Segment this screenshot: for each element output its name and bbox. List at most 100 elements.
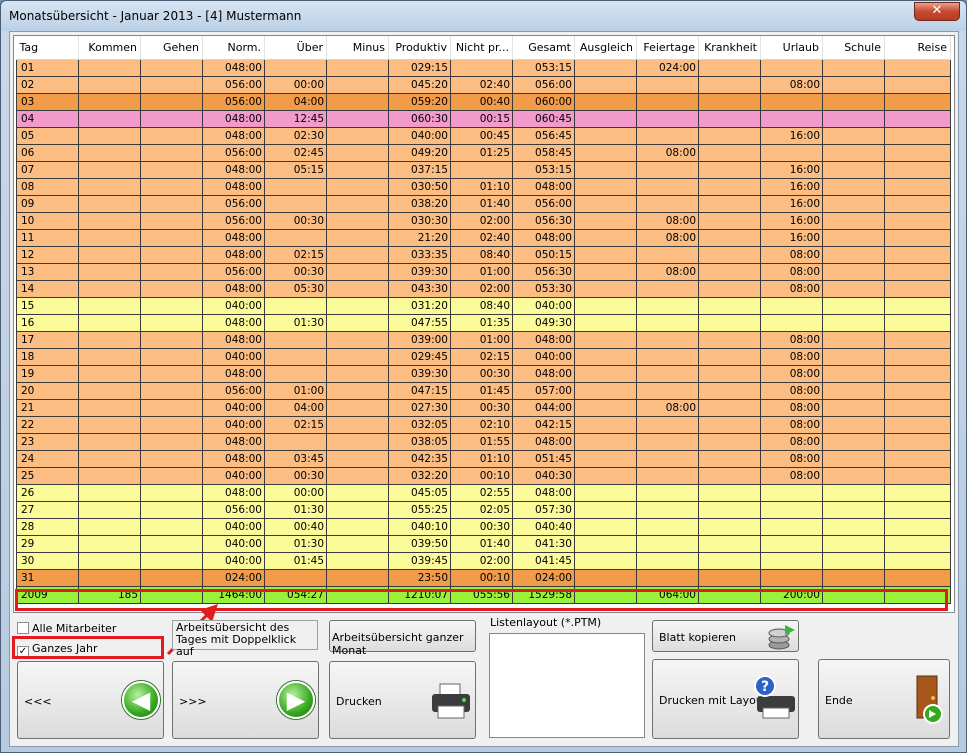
table-cell[interactable]: 040:00 <box>202 517 265 536</box>
table-cell[interactable]: 00:30 <box>450 364 513 383</box>
column-header[interactable]: Über <box>264 36 327 60</box>
table-row[interactable]: 15 040:00 031:20 08:40 040:00 <box>16 296 951 315</box>
table-cell[interactable] <box>698 92 761 111</box>
table-cell[interactable] <box>636 517 699 536</box>
table-cell[interactable] <box>140 398 203 417</box>
table-cell[interactable] <box>760 483 823 502</box>
table-cell[interactable]: 048:00 <box>202 432 265 451</box>
table-cell[interactable]: 053:30 <box>512 279 575 298</box>
copy-sheet-button[interactable]: Blatt kopieren <box>652 620 799 652</box>
table-cell[interactable] <box>264 432 327 451</box>
table-cell[interactable]: 00:10 <box>450 568 513 587</box>
table-cell[interactable]: 05:30 <box>264 279 327 298</box>
table-row[interactable]: 27 056:00 01:30 055:25 02:05 057:30 <box>16 500 951 519</box>
table-cell[interactable] <box>636 381 699 400</box>
table-cell[interactable] <box>698 517 761 536</box>
table-cell[interactable]: 040:00 <box>202 415 265 434</box>
table-cell[interactable] <box>698 126 761 145</box>
table-cell[interactable]: 024:00 <box>636 58 699 77</box>
table-cell[interactable] <box>760 500 823 519</box>
table-cell[interactable] <box>636 347 699 366</box>
table-cell[interactable]: 08:00 <box>760 432 823 451</box>
table-cell[interactable] <box>78 534 141 553</box>
table-cell[interactable]: 048:00 <box>512 177 575 196</box>
table-cell[interactable]: 13 <box>16 262 79 281</box>
table-cell[interactable] <box>636 75 699 94</box>
table-cell[interactable] <box>698 483 761 502</box>
table-row[interactable]: 04 048:00 12:45 060:30 00:15 060:45 <box>16 109 951 128</box>
table-cell[interactable] <box>636 296 699 315</box>
table-cell[interactable]: 22 <box>16 415 79 434</box>
table-cell[interactable]: 030:50 <box>388 177 451 196</box>
table-cell[interactable] <box>78 449 141 468</box>
table-cell[interactable] <box>574 551 637 570</box>
table-cell[interactable]: 04 <box>16 109 79 128</box>
table-cell[interactable] <box>326 143 389 162</box>
table-cell[interactable] <box>698 466 761 485</box>
table-cell[interactable] <box>884 330 951 349</box>
table-cell[interactable]: 043:30 <box>388 279 451 298</box>
table-cell[interactable] <box>884 143 951 162</box>
table-cell[interactable] <box>78 568 141 587</box>
table-cell[interactable] <box>326 347 389 366</box>
column-header[interactable]: Kommen <box>78 36 141 60</box>
table-cell[interactable] <box>78 245 141 264</box>
table-cell[interactable] <box>78 313 141 332</box>
table-cell[interactable] <box>140 415 203 434</box>
table-cell[interactable] <box>636 364 699 383</box>
table-cell[interactable] <box>884 568 951 587</box>
table-cell[interactable]: 056:30 <box>512 211 575 230</box>
table-cell[interactable] <box>760 92 823 111</box>
table-cell[interactable]: 08:40 <box>450 245 513 264</box>
table-cell[interactable] <box>822 194 885 213</box>
table-cell[interactable] <box>140 313 203 332</box>
table-cell[interactable]: 060:45 <box>512 109 575 128</box>
table-cell[interactable] <box>326 517 389 536</box>
table-cell[interactable]: 040:00 <box>202 551 265 570</box>
table-cell[interactable] <box>264 194 327 213</box>
table-cell[interactable] <box>326 500 389 519</box>
table-cell[interactable]: 032:05 <box>388 415 451 434</box>
next-button[interactable]: >>> ▶ <box>172 661 319 739</box>
table-cell[interactable]: 27 <box>16 500 79 519</box>
table-cell[interactable]: 00:10 <box>450 466 513 485</box>
table-cell[interactable] <box>636 568 699 587</box>
table-cell[interactable] <box>822 313 885 332</box>
table-cell[interactable] <box>78 75 141 94</box>
table-cell[interactable] <box>698 160 761 179</box>
table-cell[interactable] <box>78 279 141 298</box>
table-cell[interactable] <box>140 517 203 536</box>
table-cell[interactable] <box>884 313 951 332</box>
table-cell[interactable] <box>78 466 141 485</box>
table-cell[interactable]: 030:30 <box>388 211 451 230</box>
table-row[interactable]: 26 048:00 00:00 045:05 02:55 048:00 <box>16 483 951 502</box>
table-cell[interactable] <box>264 296 327 315</box>
table-cell[interactable]: 040:00 <box>202 466 265 485</box>
table-cell[interactable]: 041:30 <box>512 534 575 553</box>
table-cell[interactable] <box>698 245 761 264</box>
table-cell[interactable] <box>574 398 637 417</box>
table-cell[interactable] <box>78 126 141 145</box>
table-cell[interactable] <box>574 194 637 213</box>
table-cell[interactable] <box>140 483 203 502</box>
table-cell[interactable] <box>78 432 141 451</box>
table-cell[interactable] <box>78 398 141 417</box>
table-cell[interactable] <box>884 245 951 264</box>
table-cell[interactable] <box>636 330 699 349</box>
table-cell[interactable]: 02:40 <box>450 228 513 247</box>
table-cell[interactable] <box>326 466 389 485</box>
table-cell[interactable] <box>698 177 761 196</box>
table-cell[interactable] <box>140 347 203 366</box>
table-cell[interactable]: 08:00 <box>636 211 699 230</box>
table-cell[interactable]: 23:50 <box>388 568 451 587</box>
table-cell[interactable]: 04:00 <box>264 92 327 111</box>
previous-button[interactable]: <<< ◀ <box>17 661 164 739</box>
table-cell[interactable] <box>78 228 141 247</box>
table-cell[interactable]: 048:00 <box>512 483 575 502</box>
table-cell[interactable] <box>698 279 761 298</box>
table-cell[interactable]: 08:00 <box>760 364 823 383</box>
table-cell[interactable]: 040:00 <box>202 398 265 417</box>
table-cell[interactable] <box>884 262 951 281</box>
table-cell[interactable] <box>636 177 699 196</box>
table-cell[interactable] <box>574 160 637 179</box>
